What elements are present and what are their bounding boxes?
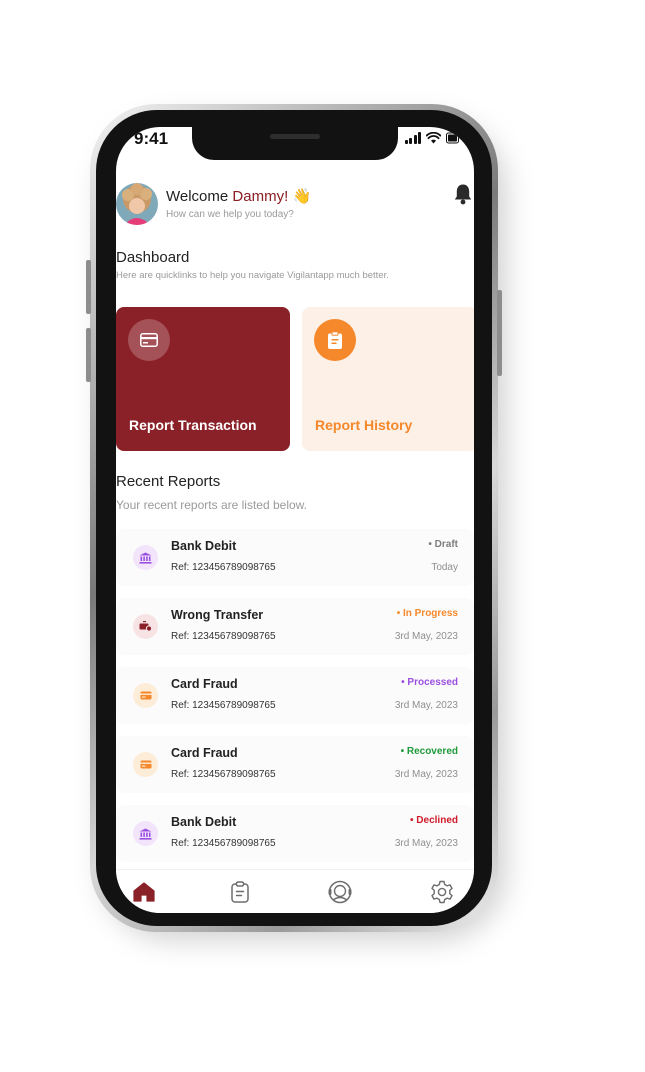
report-date: 3rd May, 2023 bbox=[394, 700, 458, 711]
report-ref: Ref: 123456789098765 bbox=[171, 562, 276, 573]
nav-settings[interactable] bbox=[428, 878, 456, 906]
dashboard-subtitle: Here are quicklinks to help you navigate… bbox=[116, 270, 389, 281]
settings-icon bbox=[431, 880, 453, 904]
avatar[interactable] bbox=[116, 183, 158, 225]
card-icon bbox=[133, 683, 158, 708]
help-subtitle: How can we help you today? bbox=[166, 209, 294, 220]
report-date: Today bbox=[431, 562, 458, 573]
card-icon bbox=[133, 752, 158, 777]
greeting-text: Welcome bbox=[166, 188, 229, 205]
user-name: Dammy! bbox=[232, 188, 289, 205]
report-date: 3rd May, 2023 bbox=[394, 769, 458, 780]
wifi-icon bbox=[426, 132, 441, 144]
clipboard-icon bbox=[314, 319, 356, 361]
report-transaction-label: Report Transaction bbox=[129, 417, 257, 433]
nav-support[interactable] bbox=[326, 878, 354, 906]
bell-icon[interactable] bbox=[453, 183, 473, 205]
status-time: 9:41 bbox=[134, 129, 169, 148]
report-title: Wrong Transfer bbox=[171, 608, 264, 622]
report-title: Card Fraud bbox=[171, 677, 238, 691]
clipboard-icon bbox=[231, 881, 249, 903]
report-date: 3rd May, 2023 bbox=[394, 838, 458, 849]
report-ref: Ref: 123456789098765 bbox=[171, 631, 276, 642]
report-item[interactable]: Card Fraud Ref: 123456789098765 • Proces… bbox=[116, 667, 474, 724]
report-title: Bank Debit bbox=[171, 539, 237, 553]
nav-reports[interactable] bbox=[226, 878, 254, 906]
report-ref: Ref: 123456789098765 bbox=[171, 769, 276, 780]
bank-icon bbox=[133, 821, 158, 846]
status-badge: • Processed bbox=[401, 677, 458, 688]
report-transaction-card[interactable]: Report Transaction bbox=[116, 307, 290, 451]
report-item[interactable]: Card Fraud Ref: 123456789098765 • Recove… bbox=[116, 736, 474, 793]
report-history-card[interactable]: Report History bbox=[302, 307, 474, 451]
volume-down-button-hw bbox=[86, 328, 91, 382]
status-badge: • Recovered bbox=[400, 746, 458, 757]
bottom-nav bbox=[116, 869, 474, 913]
status-icons bbox=[404, 132, 461, 144]
bank-icon bbox=[133, 545, 158, 570]
wave-emoji: 👋 bbox=[292, 188, 312, 205]
report-ref: Ref: 123456789098765 bbox=[171, 700, 276, 711]
signal-icon bbox=[404, 132, 421, 144]
report-item[interactable]: Bank Debit Ref: 123456789098765 • Declin… bbox=[116, 805, 474, 862]
nav-home[interactable] bbox=[130, 878, 158, 906]
report-date: 3rd May, 2023 bbox=[394, 631, 458, 642]
battery-icon bbox=[446, 132, 459, 144]
report-title: Card Fraud bbox=[171, 746, 238, 760]
speaker-grille bbox=[270, 134, 320, 139]
notch bbox=[192, 127, 398, 160]
recent-reports-subtitle: Your recent reports are listed below. bbox=[116, 498, 307, 512]
report-title: Bank Debit bbox=[171, 815, 237, 829]
recent-reports-title: Recent Reports bbox=[116, 473, 221, 490]
report-item[interactable]: Wrong Transfer Ref: 123456789098765 • In… bbox=[116, 598, 474, 655]
home-icon bbox=[133, 882, 155, 902]
welcome-heading: Welcome Dammy! 👋 bbox=[166, 187, 311, 205]
report-item[interactable]: Bank Debit Ref: 123456789098765 • Draft … bbox=[116, 529, 474, 586]
phone-screen: 9:41 Welcome Dammy! 👋 How can we help yo… bbox=[116, 127, 474, 913]
reports-list: Bank Debit Ref: 123456789098765 • Draft … bbox=[116, 529, 474, 874]
support-agent-icon bbox=[328, 880, 352, 904]
status-badge: • Draft bbox=[428, 539, 458, 550]
power-button-hw bbox=[497, 290, 502, 376]
dashboard-title: Dashboard bbox=[116, 249, 190, 266]
report-history-label: Report History bbox=[315, 417, 413, 433]
status-badge: • In Progress bbox=[396, 608, 458, 619]
report-ref: Ref: 123456789098765 bbox=[171, 838, 276, 849]
volume-up-button-hw bbox=[86, 260, 91, 314]
transfer-icon bbox=[133, 614, 158, 639]
card-icon bbox=[128, 319, 170, 361]
status-badge: • Declined bbox=[410, 815, 458, 826]
